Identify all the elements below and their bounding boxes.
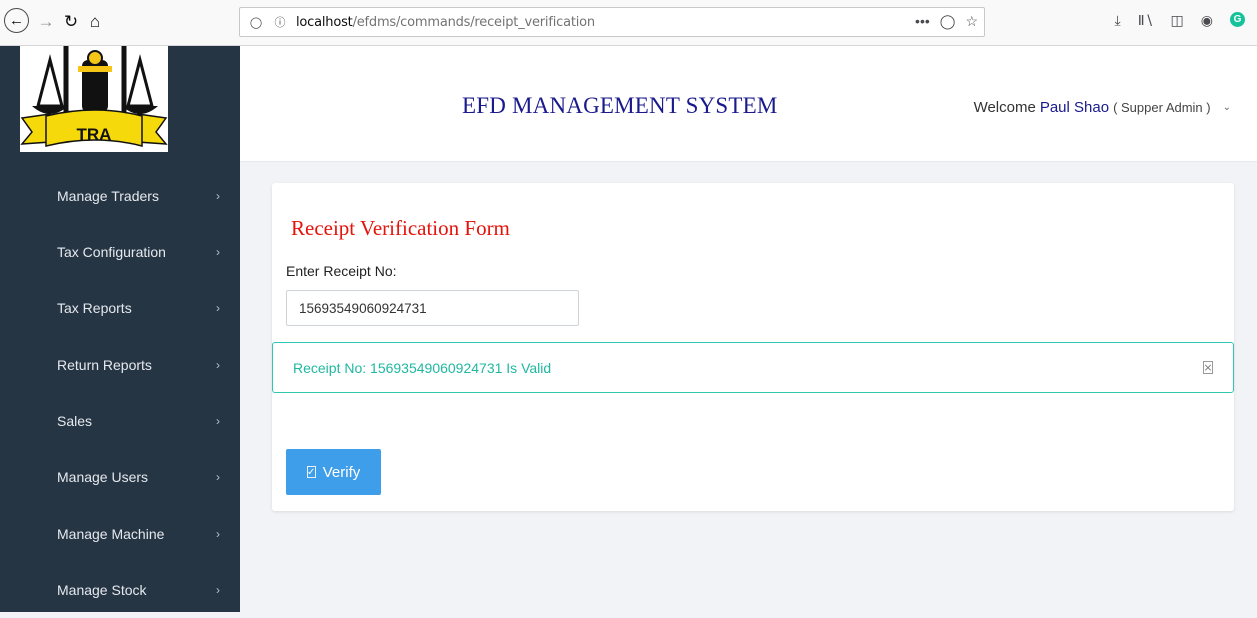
account-icon[interactable]: ◉ — [1201, 12, 1213, 29]
alert-message: Receipt No: 15693549060924731 Is Valid — [293, 359, 552, 376]
sidebar-item-manage-machine[interactable]: Manage Machine › — [0, 505, 240, 561]
sidebar-item-manage-stock[interactable]: Manage Stock › — [0, 562, 240, 618]
chevron-right-icon: › — [216, 189, 220, 203]
sidebar-item-label: Return Reports — [57, 356, 152, 373]
welcome-text: Welcome — [973, 99, 1036, 116]
sidebar: TRA Manage Traders › Tax Configuration ›… — [0, 46, 240, 612]
user-role: ( Supper Admin ) — [1113, 100, 1211, 115]
sidebar-item-label: Tax Reports — [57, 300, 132, 317]
chevron-down-icon[interactable]: ⌄ — [1223, 102, 1231, 113]
user-menu[interactable]: Welcome Paul Shao ( Supper Admin ) ⌄ — [974, 99, 1231, 116]
chevron-right-icon: › — [216, 526, 220, 541]
home-icon[interactable]: ⌂ — [82, 9, 108, 35]
chevron-right-icon: › — [216, 357, 220, 372]
close-icon[interactable]: × — [1203, 361, 1213, 374]
chevron-right-icon: › — [216, 301, 220, 316]
sidebar-item-label: Sales — [57, 413, 93, 430]
form-title: Receipt Verification Form — [291, 216, 510, 240]
verify-label: Verify — [322, 463, 361, 481]
reload-icon[interactable]: ↻ — [58, 9, 84, 35]
chevron-right-icon: › — [216, 470, 220, 485]
chevron-right-icon: › — [216, 582, 220, 597]
chevron-right-icon: › — [216, 245, 220, 260]
chevron-right-icon: › — [216, 414, 220, 429]
verify-icon: ✓ — [306, 466, 316, 478]
receipt-number-input[interactable] — [286, 290, 579, 326]
sidebar-item-tax-configuration[interactable]: Tax Configuration › — [0, 224, 240, 280]
receipt-verification-card: Receipt Verification Form Enter Receipt … — [272, 183, 1234, 511]
grammarly-extension-icon[interactable]: G — [1230, 12, 1245, 27]
browser-toolbar: ← → ↻ ⌂ ◯ ⓘ localhost/efdms/commands/rec… — [0, 0, 1257, 46]
verify-button[interactable]: ✓ Verify — [286, 449, 381, 495]
info-icon[interactable]: ⓘ — [272, 14, 288, 30]
sidebar-item-manage-traders[interactable]: Manage Traders › — [0, 162, 240, 224]
sidebar-item-label: Manage Machine — [57, 525, 165, 542]
forward-arrow-icon[interactable]: → — [33, 9, 59, 35]
sidebar-toggle-icon[interactable]: ◫ — [1171, 12, 1184, 29]
download-icon[interactable]: ⤓ — [1115, 12, 1121, 29]
validation-alert: Receipt No: 15693549060924731 Is Valid × — [272, 342, 1234, 393]
receipt-number-label: Enter Receipt No: — [286, 263, 397, 279]
sidebar-item-label: Manage Users — [57, 469, 149, 486]
logo-text: TRA — [77, 125, 112, 144]
sidebar-item-label: Tax Configuration — [57, 244, 166, 261]
pocket-icon[interactable]: ◯ — [940, 13, 956, 30]
shield-icon[interactable]: ◯ — [248, 14, 264, 30]
back-arrow-icon[interactable]: ← — [4, 8, 29, 33]
logo-area: TRA — [0, 46, 240, 162]
system-title: EFD MANAGEMENT SYSTEM — [462, 93, 778, 118]
url-text[interactable]: localhost/efdms/commands/receipt_verific… — [296, 15, 595, 30]
sidebar-item-label: Manage Traders — [57, 188, 159, 204]
side-menu: Manage Traders › Tax Configuration › Tax… — [0, 162, 240, 618]
app-header: EFD MANAGEMENT SYSTEM Welcome Paul Shao … — [240, 46, 1257, 162]
sidebar-item-tax-reports[interactable]: Tax Reports › — [0, 280, 240, 336]
sidebar-item-sales[interactable]: Sales › — [0, 393, 240, 449]
library-icon[interactable]: Ⅱ∖ — [1138, 12, 1154, 29]
user-name: Paul Shao — [1039, 99, 1110, 116]
sidebar-item-return-reports[interactable]: Return Reports › — [0, 337, 240, 393]
sidebar-item-manage-users[interactable]: Manage Users › — [0, 449, 240, 505]
address-bar[interactable]: ◯ ⓘ localhost/efdms/commands/receipt_ver… — [239, 7, 985, 37]
page-actions-icon[interactable]: ••• — [915, 13, 930, 30]
bookmark-star-icon[interactable]: ☆ — [965, 13, 978, 30]
sidebar-item-label: Manage Stock — [57, 581, 147, 598]
tra-logo[interactable]: TRA — [20, 46, 168, 152]
